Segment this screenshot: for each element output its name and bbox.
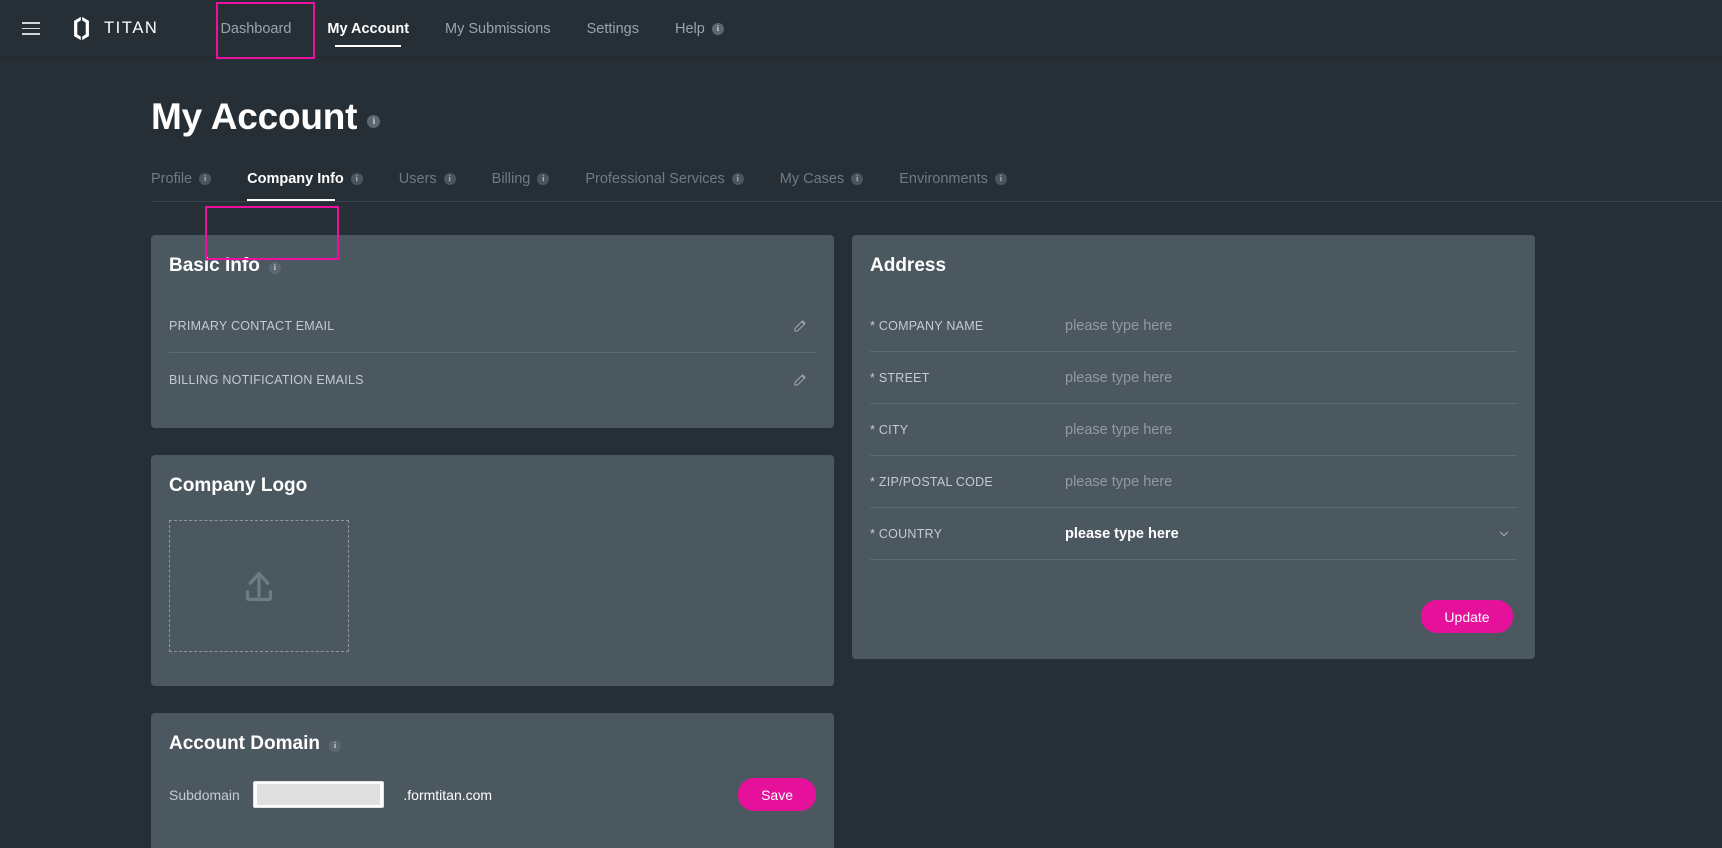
address-actions: Update [870, 600, 1517, 639]
info-icon[interactable]: i [350, 173, 363, 185]
info-icon[interactable]: i [199, 173, 212, 185]
tab-label: Company Info [247, 171, 344, 187]
tab-label: My Cases [779, 171, 845, 187]
card-title-text: Account Domain [169, 733, 320, 754]
pencil-icon[interactable] [792, 372, 808, 388]
company-name-input[interactable]: please type here [1065, 318, 1517, 334]
right-column: Address * COMPANY NAME please type here … [852, 235, 1535, 848]
active-nav-underline [335, 44, 402, 47]
nav-link-dashboard[interactable]: Dashboard [202, 0, 309, 58]
chevron-down-icon[interactable] [1497, 527, 1511, 541]
page-title: My Account i [151, 96, 1722, 138]
nav-link-help[interactable]: Help i [657, 0, 742, 58]
update-button[interactable]: Update [1421, 600, 1513, 633]
active-tab-underline [247, 199, 336, 201]
account-domain-title: Account Domain i [169, 733, 816, 755]
hamburger-line [22, 27, 40, 30]
nav-label: Dashboard [220, 20, 292, 37]
city-input[interactable]: please type here [1065, 422, 1517, 438]
tab-my-cases[interactable]: My Cases i [762, 171, 881, 201]
field-label: PRIMARY CONTACT EMAIL [169, 319, 335, 333]
titan-mark-icon [74, 16, 89, 41]
nav-link-settings[interactable]: Settings [569, 0, 657, 58]
tab-billing[interactable]: Billing i [474, 171, 568, 201]
tab-professional-services[interactable]: Professional Services i [567, 171, 761, 201]
info-icon[interactable]: i [268, 261, 281, 274]
subdomain-label: Subdomain [169, 786, 240, 803]
field-label: * COUNTRY [870, 526, 943, 541]
tab-label: Professional Services [585, 171, 725, 187]
field-label: * COMPANY NAME [870, 318, 984, 333]
page-content: My Account i Profile i Company Info i Us… [0, 58, 1722, 848]
hamburger-line [22, 22, 40, 24]
account-domain-card: Account Domain i Subdomain .formtitan.co… [151, 713, 834, 848]
logo-upload-dropzone[interactable] [169, 520, 349, 652]
zip-postal-code-row: * ZIP/POSTAL CODE please type here [870, 456, 1517, 508]
company-info-panel: Basic Info i PRIMARY CONTACT EMAIL BILLI… [151, 202, 1722, 848]
company-logo-title: Company Logo [169, 475, 816, 497]
info-icon[interactable]: i [537, 173, 550, 185]
company-logo-card: Company Logo [151, 455, 834, 686]
nav-label: My Account [327, 20, 410, 37]
address-card: Address * COMPANY NAME please type here … [852, 235, 1535, 659]
info-icon[interactable]: i [443, 173, 456, 185]
upload-icon [245, 571, 273, 602]
info-icon[interactable]: i [994, 173, 1007, 185]
subdomain-input-value [256, 784, 380, 805]
info-icon[interactable]: i [711, 22, 724, 35]
company-name-row: * COMPANY NAME please type here [870, 300, 1517, 352]
basic-info-title: Basic Info i [169, 255, 816, 277]
nav-label: Settings [586, 20, 639, 37]
hamburger-menu-icon[interactable] [14, 12, 48, 46]
tab-company-info[interactable]: Company Info i [229, 171, 381, 201]
basic-info-card: Basic Info i PRIMARY CONTACT EMAIL BILLI… [151, 235, 834, 428]
info-icon[interactable]: i [731, 173, 744, 185]
street-row: * STREET please type here [870, 352, 1517, 404]
tab-label: Environments [899, 171, 988, 187]
field-label: * ZIP/POSTAL CODE [870, 474, 994, 489]
tab-environments[interactable]: Environments i [881, 171, 1025, 201]
save-button[interactable]: Save [738, 778, 816, 811]
tab-label: Profile [151, 171, 193, 187]
zip-postal-code-input[interactable]: please type here [1065, 474, 1517, 490]
billing-notification-emails-row: BILLING NOTIFICATION EMAILS [169, 353, 816, 406]
info-icon[interactable]: i [367, 114, 381, 128]
field-label: * CITY [870, 422, 909, 437]
domain-suffix: .formtitan.com [403, 786, 493, 803]
top-navigation-bar: TITAN Dashboard My Account My Submission… [0, 0, 1722, 59]
primary-nav-links: Dashboard My Account My Submissions Sett… [202, 0, 741, 58]
hamburger-line [22, 33, 40, 35]
titan-logo[interactable]: TITAN [68, 15, 158, 42]
primary-contact-email-row: PRIMARY CONTACT EMAIL [169, 300, 816, 353]
nav-link-my-submissions[interactable]: My Submissions [427, 0, 569, 58]
nav-label: Help [675, 20, 705, 37]
country-row: * COUNTRY please type here [870, 508, 1517, 560]
address-title: Address [870, 255, 1517, 277]
country-select-value[interactable]: please type here [1065, 526, 1497, 542]
info-icon[interactable]: i [851, 173, 864, 185]
card-title-text: Basic Info [169, 255, 260, 276]
card-title-text: Company Logo [169, 475, 308, 496]
subdomain-row: Subdomain .formtitan.com Save [169, 778, 816, 811]
pencil-icon[interactable] [792, 318, 808, 334]
tab-label: Billing [491, 171, 531, 187]
field-label: BILLING NOTIFICATION EMAILS [169, 372, 364, 387]
tab-profile[interactable]: Profile i [151, 171, 229, 201]
info-icon[interactable]: i [328, 739, 341, 752]
subdomain-input[interactable] [252, 781, 385, 808]
tab-users[interactable]: Users i [381, 171, 474, 201]
page-title-text: My Account [151, 96, 358, 137]
brand-name: TITAN [104, 19, 159, 37]
account-tab-bar: Profile i Company Info i Users i Billing… [151, 156, 1722, 202]
tab-label: Users [398, 171, 437, 187]
left-column: Basic Info i PRIMARY CONTACT EMAIL BILLI… [151, 235, 834, 848]
city-row: * CITY please type here [870, 404, 1517, 456]
field-label: * STREET [870, 370, 930, 385]
card-title-text: Address [870, 255, 947, 276]
nav-link-my-account[interactable]: My Account [309, 0, 427, 58]
street-input[interactable]: please type here [1065, 370, 1517, 386]
nav-label: My Submissions [445, 20, 551, 37]
